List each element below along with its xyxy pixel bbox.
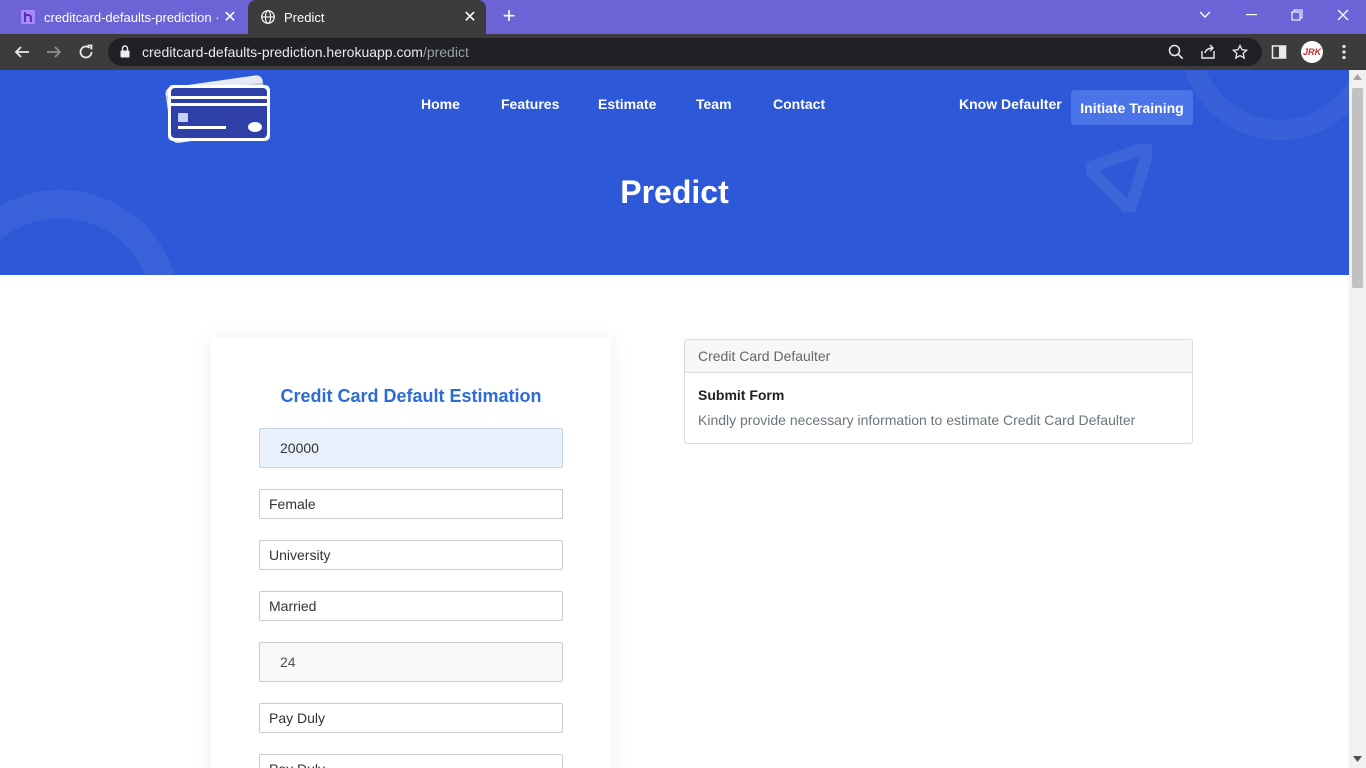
nav-team[interactable]: Team [696, 96, 732, 112]
bookmark-star-icon[interactable] [1228, 40, 1252, 64]
new-tab-button[interactable]: + [498, 5, 520, 28]
scroll-up-icon[interactable] [1353, 74, 1362, 80]
zoom-icon[interactable] [1164, 40, 1188, 64]
pay-status-select-2[interactable]: Pay Duly [259, 754, 563, 768]
sex-select[interactable]: Female [259, 489, 563, 519]
browser-toolbar: creditcard-defaults-prediction.herokuapp… [0, 34, 1366, 70]
side-panel-icon[interactable] [1267, 40, 1291, 64]
pay-status-select-1[interactable]: Pay Duly [259, 703, 563, 733]
nav-home[interactable]: Home [421, 96, 460, 112]
browser-tab-heroku[interactable]: creditcard-defaults-prediction · L ✕ [8, 0, 246, 34]
scrollbar-thumb[interactable] [1352, 88, 1363, 288]
tab-title: creditcard-defaults-prediction · L [44, 9, 220, 25]
forward-icon[interactable] [42, 40, 66, 64]
estimation-form-card: Credit Card Default Estimation 20000 Fem… [211, 338, 611, 768]
globe-icon [260, 9, 276, 25]
page-viewport: Home Features Estimate Team Contact Know… [0, 70, 1349, 768]
page-title: Predict [620, 174, 729, 210]
info-card-text: Kindly provide necessary information to … [698, 412, 1136, 428]
tab-search-icon[interactable] [1182, 0, 1228, 30]
hero-banner: Home Features Estimate Team Contact Know… [0, 70, 1349, 275]
minimize-icon[interactable] [1228, 0, 1274, 30]
close-icon[interactable]: ✕ [460, 7, 480, 27]
url-text: creditcard-defaults-prediction.herokuapp… [142, 44, 469, 60]
nav-estimate[interactable]: Estimate [598, 96, 656, 112]
menu-kebab-icon[interactable] [1332, 40, 1356, 64]
browser-tab-strip: creditcard-defaults-prediction · L ✕ Pre… [0, 0, 1366, 34]
scroll-down-icon[interactable] [1353, 756, 1362, 762]
info-card-header: Credit Card Defaulter [685, 340, 1192, 373]
lock-icon [120, 45, 130, 63]
nav-contact[interactable]: Contact [773, 96, 825, 112]
back-icon[interactable] [10, 40, 34, 64]
address-bar[interactable]: creditcard-defaults-prediction.herokuapp… [108, 38, 1262, 66]
credit-card-logo [165, 75, 270, 143]
info-card-title: Submit Form [698, 387, 785, 403]
heroku-icon [20, 9, 36, 25]
close-icon[interactable]: ✕ [220, 7, 240, 27]
profile-avatar[interactable]: JRK [1301, 41, 1323, 63]
tab-title: Predict [284, 9, 325, 25]
browser-tab-predict[interactable]: Predict ✕ [248, 0, 486, 34]
close-window-icon[interactable] [1320, 0, 1366, 30]
marriage-select[interactable]: Married [259, 591, 563, 621]
form-title: Credit Card Default Estimation [280, 386, 542, 406]
share-icon[interactable] [1196, 40, 1220, 64]
decorative-ring [1180, 70, 1349, 140]
nav-features[interactable]: Features [501, 96, 559, 112]
url-host: creditcard-defaults-prediction.herokuapp… [142, 44, 423, 60]
restore-icon[interactable] [1274, 0, 1320, 30]
age-input[interactable]: 24 [259, 642, 563, 682]
limit-balance-input[interactable]: 20000 [259, 428, 563, 468]
education-select[interactable]: University [259, 540, 563, 570]
url-path: /predict [422, 44, 469, 60]
info-card: Credit Card Defaulter Submit Form Kindly… [684, 339, 1193, 444]
reload-icon[interactable] [74, 40, 98, 64]
initiate-training-button[interactable]: Initiate Training [1071, 90, 1193, 125]
know-defaulter-link[interactable]: Know Defaulter [959, 96, 1062, 112]
